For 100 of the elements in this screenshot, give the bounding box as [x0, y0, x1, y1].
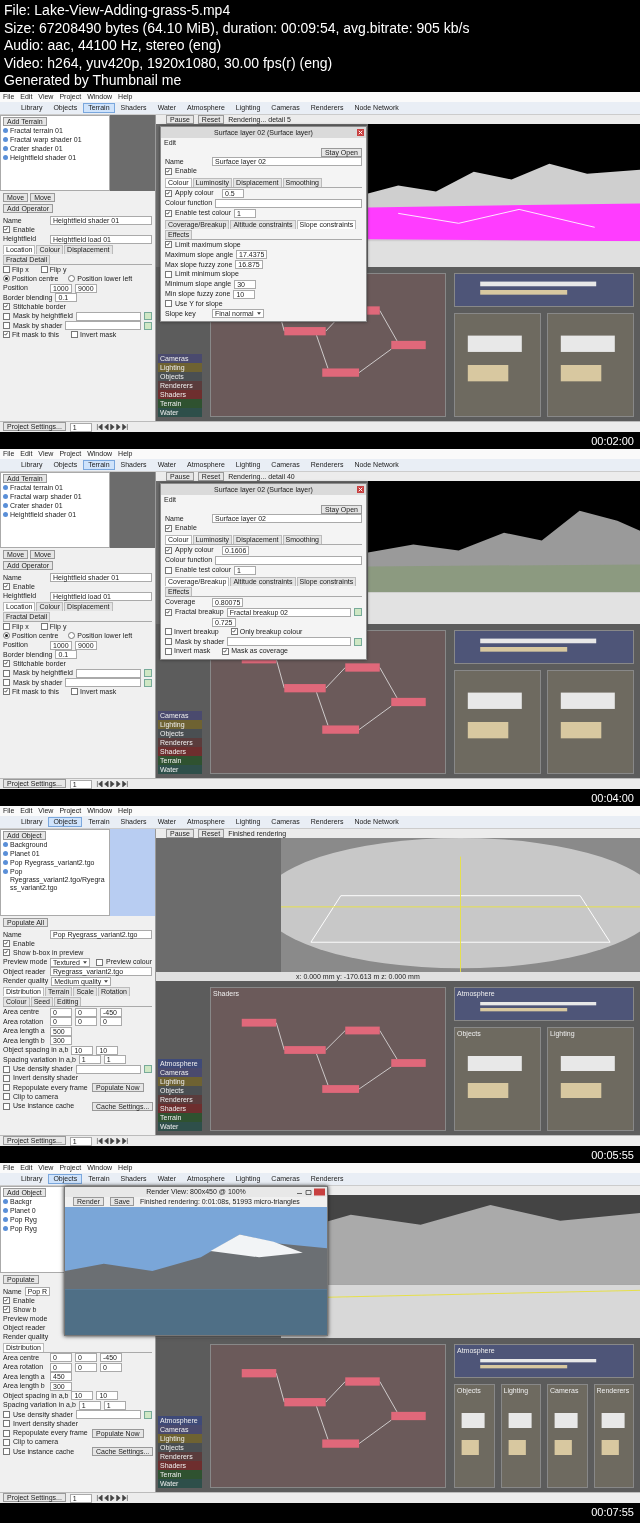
node-box[interactable] — [391, 1411, 426, 1421]
node-box[interactable] — [560, 722, 602, 739]
node-box[interactable] — [467, 365, 509, 382]
playback-icon[interactable] — [95, 1495, 130, 1501]
node-box[interactable] — [560, 365, 602, 382]
close-icon[interactable] — [357, 486, 364, 493]
node-box[interactable] — [322, 725, 360, 734]
checkbox[interactable] — [3, 1093, 10, 1101]
checkbox[interactable] — [3, 1084, 10, 1091]
checkbox[interactable] — [3, 1448, 10, 1455]
node-box[interactable] — [345, 1377, 380, 1386]
checkbox[interactable] — [3, 1306, 10, 1314]
checkbox[interactable] — [165, 270, 172, 278]
checkbox[interactable] — [3, 1438, 10, 1446]
radio-button[interactable] — [68, 275, 76, 283]
node-box[interactable] — [480, 290, 568, 295]
checkbox[interactable] — [165, 647, 172, 655]
checkbox[interactable] — [3, 1102, 10, 1110]
text-field[interactable] — [75, 668, 141, 678]
node-box[interactable] — [241, 1018, 277, 1027]
checkbox[interactable] — [3, 940, 10, 948]
node-box[interactable] — [480, 1002, 597, 1006]
checkbox[interactable] — [96, 958, 104, 966]
node-box[interactable] — [391, 340, 426, 350]
text-field[interactable] — [65, 678, 141, 687]
node-box[interactable] — [508, 1413, 532, 1428]
checkbox[interactable] — [165, 241, 172, 249]
checkbox[interactable] — [3, 1429, 10, 1437]
checkbox[interactable] — [71, 688, 79, 696]
checkbox[interactable] — [3, 312, 10, 320]
node-box[interactable] — [480, 647, 568, 652]
playback-icon[interactable] — [95, 424, 130, 430]
checkbox[interactable] — [3, 688, 10, 696]
node-box[interactable] — [467, 1083, 509, 1098]
node-button[interactable] — [144, 1065, 152, 1073]
node-box[interactable] — [480, 1008, 568, 1012]
node-box[interactable] — [467, 722, 509, 739]
node-box[interactable] — [284, 1398, 326, 1407]
node-box[interactable] — [554, 1413, 578, 1428]
node-box[interactable] — [467, 335, 522, 352]
node-box[interactable] — [284, 684, 326, 693]
checkbox[interactable] — [165, 209, 172, 217]
playback-icon[interactable] — [95, 1138, 130, 1144]
text-field[interactable] — [75, 311, 141, 321]
checkbox[interactable] — [3, 226, 10, 234]
checkbox[interactable] — [3, 660, 10, 668]
node-box[interactable] — [461, 1440, 479, 1455]
node-box[interactable] — [345, 1026, 380, 1035]
node-box[interactable] — [284, 327, 326, 336]
node-box[interactable] — [560, 1056, 615, 1071]
checkbox[interactable] — [165, 566, 172, 574]
checkbox[interactable] — [40, 623, 48, 631]
node-box[interactable] — [461, 1413, 485, 1428]
checkbox[interactable] — [3, 1074, 10, 1082]
checkbox[interactable] — [3, 583, 10, 591]
node-box[interactable] — [284, 1046, 326, 1054]
node-box[interactable] — [601, 1413, 625, 1428]
checkbox[interactable] — [3, 1297, 10, 1305]
node-box[interactable] — [391, 1059, 426, 1067]
node-box[interactable] — [560, 1083, 602, 1098]
node-box[interactable] — [554, 1440, 572, 1455]
checkbox[interactable] — [40, 266, 48, 274]
node-box[interactable] — [345, 663, 380, 672]
node-box[interactable] — [467, 1056, 522, 1071]
node-box[interactable] — [601, 1440, 619, 1455]
node-box[interactable] — [480, 1365, 568, 1369]
node-box[interactable] — [322, 368, 360, 377]
window-controls-icon[interactable] — [295, 1188, 325, 1196]
node-box[interactable] — [322, 1439, 360, 1448]
node-box[interactable] — [480, 1359, 597, 1363]
radio-button[interactable] — [3, 632, 10, 640]
checkbox[interactable] — [165, 628, 172, 636]
checkbox[interactable] — [71, 331, 79, 339]
checkbox[interactable] — [230, 628, 238, 636]
checkbox[interactable] — [3, 623, 10, 631]
node-box[interactable] — [391, 697, 426, 707]
node-box[interactable] — [480, 638, 597, 644]
playback-icon[interactable] — [95, 781, 130, 787]
text-field[interactable] — [75, 1064, 141, 1074]
text-field[interactable] — [215, 198, 362, 208]
text-field[interactable] — [227, 637, 351, 646]
radio-button[interactable] — [3, 275, 10, 283]
node-button[interactable] — [144, 1410, 152, 1419]
checkbox[interactable] — [3, 331, 10, 339]
node-box[interactable] — [467, 692, 522, 709]
node-box[interactable] — [508, 1440, 526, 1455]
checkbox[interactable] — [3, 266, 10, 274]
close-icon[interactable] — [357, 129, 364, 136]
checkbox[interactable] — [3, 679, 10, 686]
node-box[interactable] — [560, 335, 615, 352]
checkbox[interactable] — [165, 300, 172, 308]
node-box[interactable] — [560, 692, 615, 709]
checkbox[interactable] — [3, 1065, 10, 1073]
checkbox[interactable] — [3, 669, 10, 677]
node-button[interactable] — [354, 608, 362, 616]
node-box[interactable] — [322, 1085, 360, 1093]
checkbox[interactable] — [165, 546, 172, 554]
checkbox[interactable] — [222, 647, 230, 655]
checkbox[interactable] — [3, 303, 10, 311]
text-field[interactable] — [65, 321, 141, 330]
